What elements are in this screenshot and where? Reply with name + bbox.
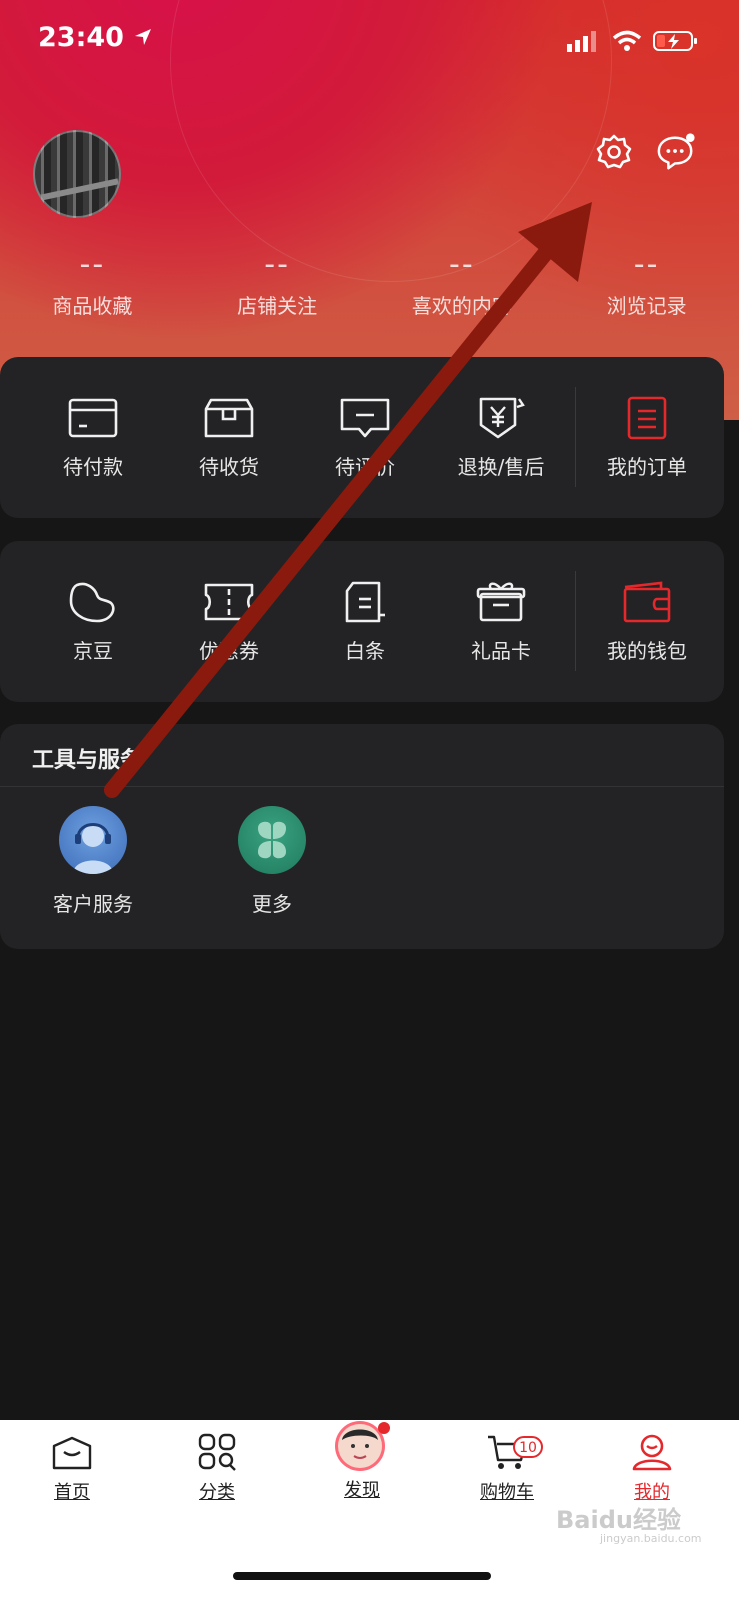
- tab-discover[interactable]: 发现: [312, 1418, 412, 1502]
- order-label: 我的订单: [607, 455, 687, 479]
- orders-card: 待付款 待收货 待评价 退换/售后 我的订单: [0, 357, 724, 518]
- cart-count-badge: 10: [513, 1436, 543, 1458]
- discover-avatar-icon: [335, 1421, 390, 1471]
- wallet-jingdou[interactable]: 京豆: [25, 579, 161, 664]
- tab-label: 购物车: [480, 1482, 534, 1503]
- message-bubble-icon[interactable]: [656, 132, 696, 172]
- refund-icon: [479, 397, 525, 439]
- tool-more[interactable]: 更多: [212, 806, 332, 917]
- wallet-gift-card[interactable]: 礼品卡: [433, 579, 569, 664]
- profile-icon: [632, 1434, 672, 1471]
- stat-value: --: [633, 247, 660, 282]
- gift-icon: [476, 582, 526, 622]
- coupon-icon: [204, 583, 254, 621]
- comment-icon: [340, 398, 390, 438]
- stat-shop-follows[interactable]: -- 店铺关注: [185, 250, 370, 330]
- order-label: 待付款: [63, 455, 123, 479]
- home-indicator[interactable]: [233, 1572, 491, 1580]
- wallet-coupons[interactable]: 优惠券: [161, 579, 297, 664]
- more-clover-icon: [238, 806, 306, 874]
- wallet-label: 京豆: [73, 639, 113, 663]
- stat-value: --: [264, 247, 290, 282]
- tab-category[interactable]: 分类: [167, 1432, 267, 1504]
- status-indicators: [566, 30, 699, 54]
- tab-label: 首页: [54, 1482, 90, 1503]
- stat-history[interactable]: -- 浏览记录: [554, 250, 739, 330]
- status-time: 23:40: [38, 22, 153, 53]
- tool-label: 更多: [252, 892, 292, 916]
- tab-home[interactable]: 首页: [22, 1432, 122, 1504]
- stats-row: -- 商品收藏 -- 店铺关注 -- 喜欢的内容 -- 浏览记录: [0, 250, 739, 330]
- wallet-label: 白条: [345, 639, 385, 663]
- section-title: 工具与服务: [32, 748, 143, 773]
- order-label: 退换/售后: [457, 455, 545, 479]
- stat-favorites[interactable]: -- 商品收藏: [0, 250, 185, 330]
- wifi-icon: [612, 30, 642, 51]
- settings-gear-icon[interactable]: [594, 132, 634, 172]
- avatar[interactable]: [33, 130, 121, 218]
- wallet-label: 优惠券: [199, 639, 259, 663]
- wallet-icon: [623, 581, 671, 623]
- my-orders[interactable]: 我的订单: [577, 395, 717, 480]
- tab-me[interactable]: 我的: [602, 1432, 702, 1504]
- signal-icon: [566, 31, 596, 52]
- wallet-label: 我的钱包: [607, 639, 687, 663]
- stat-label: 浏览记录: [606, 294, 687, 318]
- bean-icon: [69, 582, 115, 623]
- tools-card: 工具与服务 客户服务 更多: [0, 724, 724, 949]
- watermark-url: jingyan.baidu.com: [600, 1532, 702, 1545]
- divider: [0, 786, 724, 787]
- stat-label: 商品收藏: [52, 294, 133, 318]
- battery-charging-icon: [653, 31, 697, 51]
- box-icon: [204, 398, 254, 438]
- wallet-card: 京豆 优惠券 白条 礼品卡 我的钱包: [0, 541, 724, 702]
- order-label: 待收货: [199, 455, 259, 479]
- order-label: 待评价: [335, 455, 395, 479]
- customer-service-icon: [59, 806, 127, 874]
- order-list-icon: [627, 396, 667, 440]
- divider: [575, 387, 576, 487]
- receipt-icon: [345, 581, 385, 623]
- my-wallet[interactable]: 我的钱包: [577, 579, 717, 664]
- order-refund-aftersales[interactable]: 退换/售后: [433, 395, 569, 480]
- tab-cart[interactable]: 10 购物车: [457, 1432, 557, 1504]
- stat-liked-content[interactable]: -- 喜欢的内容: [370, 250, 555, 330]
- order-pending-receipt[interactable]: 待收货: [161, 395, 297, 480]
- watermark: Baidu经验: [556, 1506, 681, 1534]
- stat-label: 店铺关注: [237, 294, 318, 318]
- category-grid-icon: [198, 1433, 236, 1471]
- tool-customer-service[interactable]: 客户服务: [33, 806, 153, 917]
- stat-value: --: [449, 247, 475, 282]
- stat-label: 喜欢的内容: [411, 294, 512, 318]
- stat-value: --: [79, 247, 106, 282]
- tab-label: 发现: [344, 1480, 380, 1501]
- order-pending-payment[interactable]: 待付款: [25, 395, 161, 480]
- tab-label: 分类: [199, 1482, 235, 1503]
- home-icon: [52, 1436, 92, 1470]
- wallet-baitiao[interactable]: 白条: [297, 579, 433, 664]
- order-pending-review[interactable]: 待评价: [297, 395, 433, 480]
- location-arrow-icon: [135, 29, 152, 45]
- divider: [575, 571, 576, 671]
- tool-label: 客户服务: [53, 892, 133, 916]
- wallet-label: 礼品卡: [471, 639, 531, 663]
- card-icon: [68, 398, 118, 438]
